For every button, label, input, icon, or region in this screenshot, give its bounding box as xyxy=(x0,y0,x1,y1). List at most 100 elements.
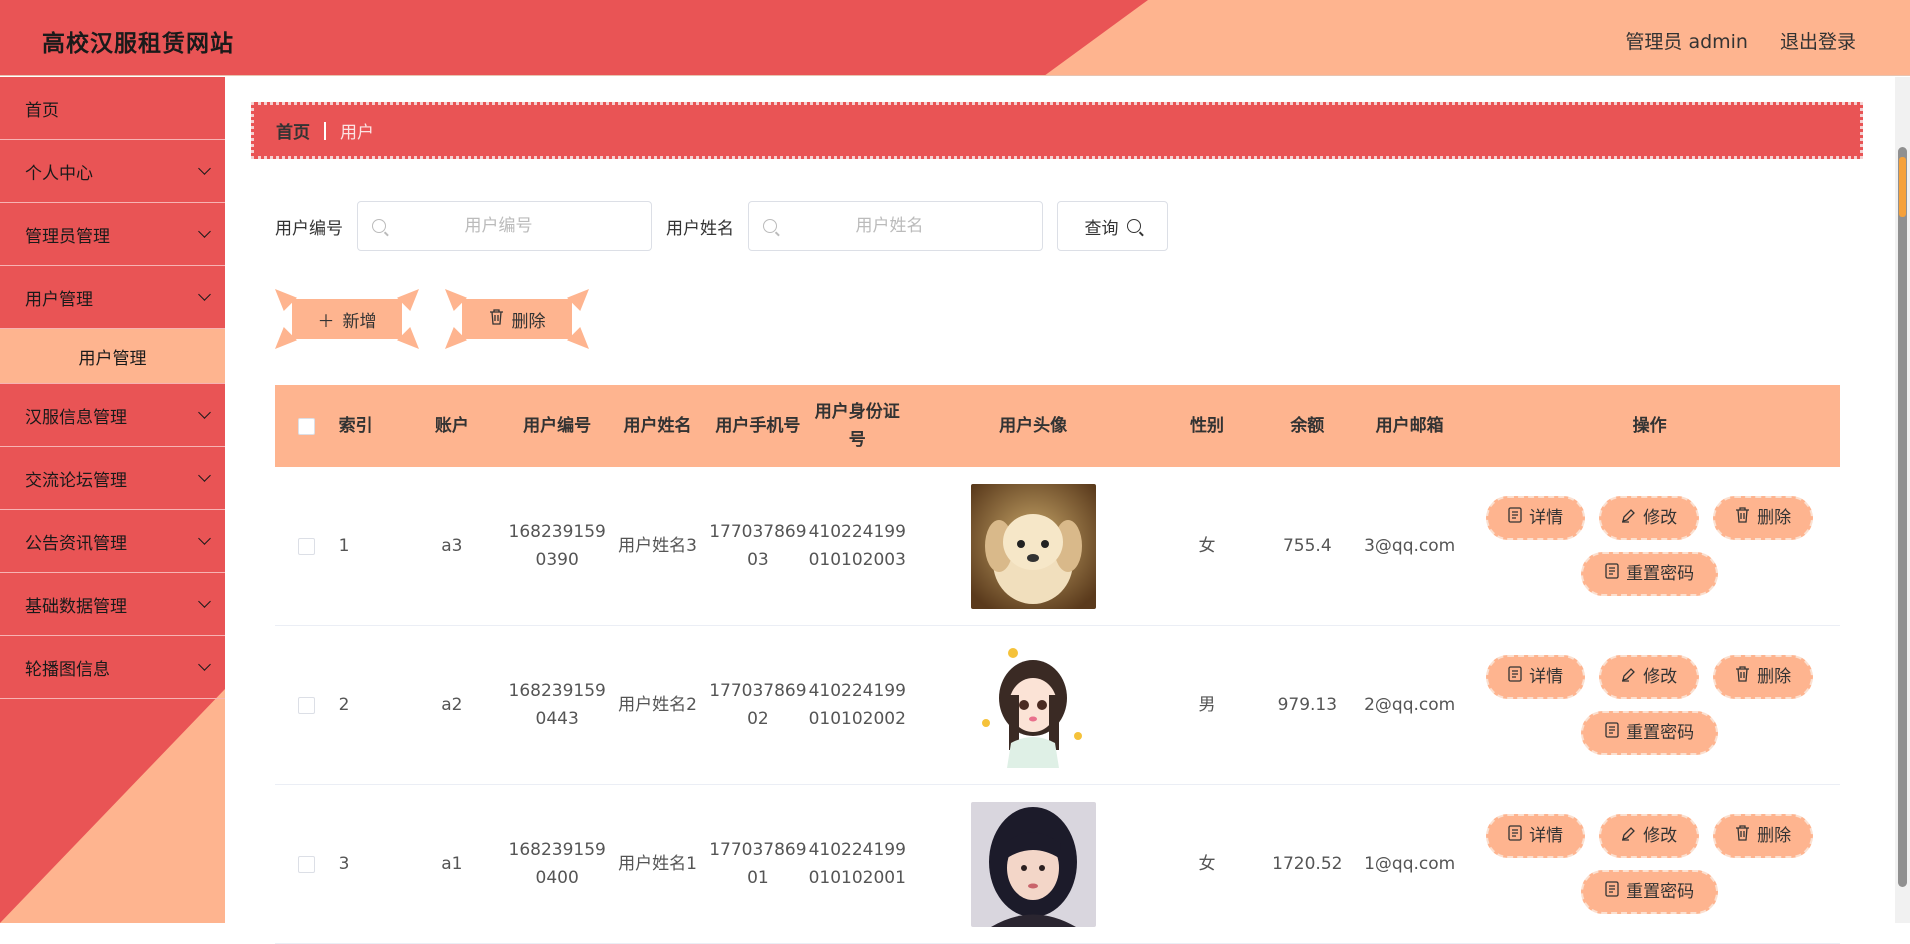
user-table: 索引 账户 用户编号 用户姓名 用户手机号 用户身份证号 用户头像 性别 余额 … xyxy=(275,385,1840,944)
document-icon xyxy=(1605,560,1619,588)
col-gender: 性别 xyxy=(1189,416,1224,436)
sidebar: 首页 个人中心 管理员管理 用户管理 用户管理 汉服信息管理 交流论坛管理 公告资讯管理 基础数… xyxy=(0,77,225,923)
cell-balance: 1720.52 xyxy=(1272,854,1343,874)
cell-phone: 17703786902 xyxy=(709,681,807,729)
user-name-input[interactable] xyxy=(777,216,1042,236)
sidebar-item-8[interactable]: 基础数据管理 xyxy=(0,573,225,636)
search-bar: 用户编号 用户姓名 查询 xyxy=(275,201,1168,251)
cell-gender: 女 xyxy=(1198,854,1216,874)
detail-button[interactable]: 详情 xyxy=(1486,655,1586,699)
reset-password-button[interactable]: 重置密码 xyxy=(1581,552,1719,596)
sidebar-item-label: 用户管理 xyxy=(25,289,93,310)
logout-link[interactable]: 退出登录 xyxy=(1780,27,1856,54)
edit-button[interactable]: 修改 xyxy=(1599,655,1700,699)
select-all-checkbox[interactable] xyxy=(298,417,316,435)
chevron-down-icon xyxy=(198,658,211,671)
cell-user-no: 1682391590400 xyxy=(508,840,606,888)
delete-label: 删除 xyxy=(1757,667,1792,687)
col-id-card: 用户身份证号 xyxy=(814,402,900,450)
reset-password-label: 重置密码 xyxy=(1626,882,1695,902)
delete-button[interactable]: 删除 xyxy=(1713,655,1814,699)
sidebar-item-9[interactable]: 轮播图信息 xyxy=(0,636,225,699)
cell-phone: 17703786901 xyxy=(709,840,807,888)
search-icon xyxy=(763,219,777,233)
delete-button[interactable]: 删除 xyxy=(1713,496,1814,540)
detail-button[interactable]: 详情 xyxy=(1486,496,1586,540)
row-checkbox[interactable] xyxy=(298,537,316,555)
row-checkbox[interactable] xyxy=(298,696,316,714)
detail-button[interactable]: 详情 xyxy=(1486,814,1586,858)
user-no-label: 用户编号 xyxy=(275,218,343,239)
sidebar-item-label: 基础数据管理 xyxy=(25,596,127,617)
reset-password-button[interactable]: 重置密码 xyxy=(1581,711,1719,755)
document-icon xyxy=(1605,878,1619,906)
user-no-input[interactable] xyxy=(386,216,651,236)
document-icon xyxy=(1508,663,1522,691)
header-user-area: 管理员 admin 退出登录 xyxy=(1625,27,1856,54)
table-header: 索引 账户 用户编号 用户姓名 用户手机号 用户身份证号 用户头像 性别 余额 … xyxy=(275,385,1840,467)
add-button-label: 新增 xyxy=(342,311,377,332)
delete-button[interactable]: 删除 xyxy=(1713,814,1814,858)
action-toolbar: ＋ 新增 删除 xyxy=(275,289,589,349)
cell-index: 1 xyxy=(338,536,350,556)
main-content: 首页 用户 用户编号 用户姓名 查询 ＋ 新增 xyxy=(225,77,1895,944)
user-no-field[interactable] xyxy=(357,201,652,251)
row-actions: 详情 修改 删除重置密码 xyxy=(1459,496,1840,596)
breadcrumb-separator xyxy=(324,121,326,140)
edit-button[interactable]: 修改 xyxy=(1599,814,1700,858)
cell-user-name: 用户姓名3 xyxy=(618,536,697,556)
cell-id-card: 410224199010102003 xyxy=(808,522,906,570)
edit-button[interactable]: 修改 xyxy=(1599,496,1700,540)
document-icon xyxy=(1508,504,1522,532)
add-button[interactable]: ＋ 新增 xyxy=(292,299,402,339)
cell-user-no: 1682391590443 xyxy=(508,681,606,729)
sidebar-menu: 首页 个人中心 管理员管理 用户管理 用户管理 汉服信息管理 交流论坛管理 公告资讯管理 基础数… xyxy=(0,77,225,699)
page-scrollbar[interactable] xyxy=(1895,77,1910,923)
search-icon xyxy=(372,219,386,233)
cell-email: 3@qq.com xyxy=(1364,536,1456,556)
delete-label: 删除 xyxy=(1757,826,1792,846)
query-button-label: 查询 xyxy=(1084,218,1119,239)
col-user-no: 用户编号 xyxy=(523,416,592,436)
col-account: 账户 xyxy=(434,416,469,436)
table-row: 3 a1 1682391590400 用户姓名1 17703786901 41022419… xyxy=(275,785,1840,944)
cell-gender: 女 xyxy=(1198,536,1216,556)
admin-user-label[interactable]: 管理员 admin xyxy=(1625,27,1748,54)
sidebar-item-5[interactable]: 汉服信息管理 xyxy=(0,384,225,447)
cell-email: 1@qq.com xyxy=(1364,854,1456,874)
chevron-down-icon xyxy=(198,532,211,545)
sidebar-item-0[interactable]: 首页 xyxy=(0,77,225,140)
col-ops: 操作 xyxy=(1632,416,1667,436)
cell-id-card: 410224199010102001 xyxy=(808,840,906,888)
row-checkbox[interactable] xyxy=(298,855,316,873)
chevron-down-icon xyxy=(198,225,211,238)
cell-user-name: 用户姓名1 xyxy=(618,854,697,874)
reset-password-label: 重置密码 xyxy=(1626,723,1695,743)
delete-button-wrapper: 删除 xyxy=(445,289,589,349)
sidebar-subitem-user-management[interactable]: 用户管理 xyxy=(0,329,225,384)
document-icon xyxy=(1605,719,1619,747)
document-icon xyxy=(1508,822,1522,850)
col-avatar: 用户头像 xyxy=(999,416,1068,436)
user-name-field[interactable] xyxy=(748,201,1043,251)
delete-button-label: 删除 xyxy=(511,311,546,332)
reset-password-button[interactable]: 重置密码 xyxy=(1581,870,1719,914)
cell-account: a1 xyxy=(441,854,463,874)
sidebar-item-2[interactable]: 管理员管理 xyxy=(0,203,225,266)
breadcrumb-home[interactable]: 首页 xyxy=(276,118,310,143)
bulk-delete-button[interactable]: 删除 xyxy=(462,299,572,339)
trash-icon xyxy=(489,308,504,330)
detail-label: 详情 xyxy=(1529,508,1564,528)
sidebar-item-6[interactable]: 交流论坛管理 xyxy=(0,447,225,510)
col-email: 用户邮箱 xyxy=(1375,416,1444,436)
sidebar-item-7[interactable]: 公告资讯管理 xyxy=(0,510,225,573)
chevron-down-icon xyxy=(198,162,211,175)
table-body: 1 a3 1682391590390 用户姓名3 17703786903 41022419… xyxy=(275,467,1840,944)
top-header: 高校汉服租赁网站 管理员 admin 退出登录 xyxy=(0,0,1910,76)
scrollbar-thumb[interactable] xyxy=(1898,147,1907,887)
sidebar-item-3[interactable]: 用户管理 xyxy=(0,266,225,329)
sidebar-item-1[interactable]: 个人中心 xyxy=(0,140,225,203)
row-actions: 详情 修改 删除重置密码 xyxy=(1459,814,1840,914)
chevron-down-icon xyxy=(198,406,211,419)
query-button[interactable]: 查询 xyxy=(1057,201,1168,251)
